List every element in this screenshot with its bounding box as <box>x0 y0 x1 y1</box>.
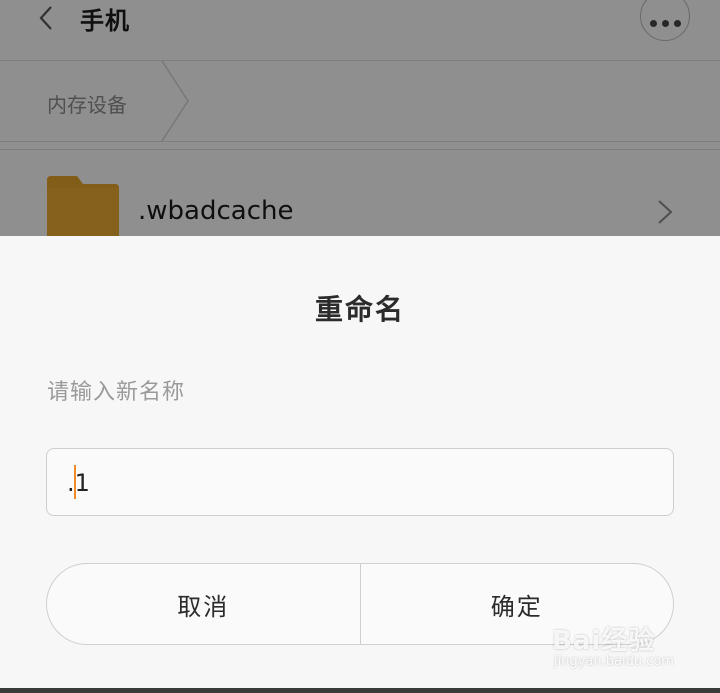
watermark-logo: Bai经验 <box>552 626 656 656</box>
watermark-url: jingyan.baidu.com <box>554 654 674 669</box>
name-input[interactable]: .1 <box>46 448 674 516</box>
dialog-title: 重命名 <box>314 293 405 326</box>
text-caret <box>74 465 76 499</box>
dialog-hint: 请输入新名称 <box>47 380 186 405</box>
cancel-button[interactable]: 取消 <box>47 564 360 644</box>
baidu-watermark: Bai经验 jingyan.baidu.com <box>552 620 692 680</box>
input-value: .1 <box>67 469 90 497</box>
bottom-edge <box>0 688 720 693</box>
